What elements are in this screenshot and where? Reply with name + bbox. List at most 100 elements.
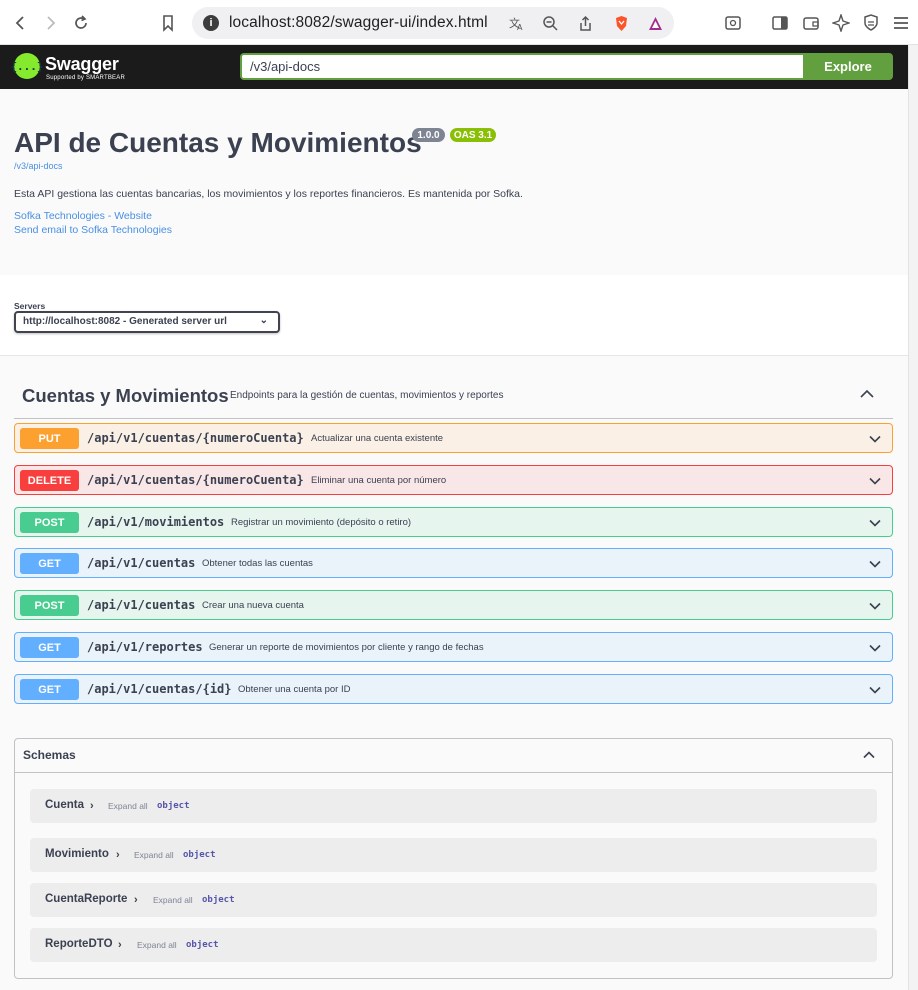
chevron-down-icon[interactable] <box>868 641 882 655</box>
expand-all-link[interactable]: Expand all <box>153 895 193 905</box>
tag-name: Cuentas y Movimientos <box>22 385 229 406</box>
servers-section: Servers http://localhost:8082 - Generate… <box>0 275 908 356</box>
expand-all-link[interactable]: Expand all <box>134 850 174 860</box>
chevron-down-icon: ⌄ <box>259 315 268 326</box>
chevron-down-icon[interactable] <box>868 557 882 571</box>
operation-path: /api/v1/cuentas/{numeroCuenta} <box>87 473 304 487</box>
back-icon[interactable] <box>8 10 34 36</box>
logo-subtitle: Supported by SMARTBEAR <box>46 75 125 81</box>
sidebar-toggle-icon[interactable] <box>767 10 793 36</box>
tag-header[interactable]: Cuentas y Movimientos Endpoints para la … <box>14 374 893 419</box>
share-icon[interactable] <box>575 13 595 33</box>
chevron-down-icon[interactable] <box>868 683 882 697</box>
operation-summary: Crear una nueva cuenta <box>202 600 304 611</box>
api-description: Esta API gestiona las cuentas bancarias,… <box>14 188 523 200</box>
chevron-up-icon[interactable] <box>859 386 875 402</box>
schema-model[interactable]: ReporteDTO › Expand all object <box>30 928 877 962</box>
reload-icon[interactable] <box>68 10 94 36</box>
swagger-logo-icon: {...} <box>10 53 44 79</box>
operation-put-cuentas-numero[interactable]: PUT /api/v1/cuentas/{numeroCuenta} Actua… <box>14 423 893 453</box>
operation-get-cuentas[interactable]: GET /api/v1/cuentas Obtener todas las cu… <box>14 548 893 578</box>
operation-summary: Eliminar una cuenta por número <box>311 475 447 486</box>
menu-icon[interactable] <box>888 10 914 36</box>
chevron-right-icon[interactable]: › <box>116 849 120 861</box>
explore-button[interactable]: Explore <box>803 53 893 80</box>
chevron-down-icon[interactable] <box>868 599 882 613</box>
operation-summary: Registrar un movimiento (depósito o reti… <box>231 517 412 528</box>
method-badge: GET <box>20 679 79 700</box>
site-info-icon[interactable]: i <box>203 15 219 31</box>
chevron-down-icon[interactable] <box>868 474 882 488</box>
chevron-up-icon[interactable] <box>862 748 876 762</box>
chevron-right-icon[interactable]: › <box>118 939 122 951</box>
bookmark-icon[interactable] <box>155 10 181 36</box>
svg-text:A: A <box>517 23 523 32</box>
operation-summary: Obtener una cuenta por ID <box>238 684 351 695</box>
operation-summary: Obtener todas las cuentas <box>202 558 313 569</box>
operation-path: /api/v1/cuentas/{numeroCuenta} <box>87 431 304 445</box>
chevron-down-icon[interactable] <box>868 516 882 530</box>
operation-summary: Actualizar una cuenta existente <box>311 433 444 444</box>
expand-all-link[interactable]: Expand all <box>137 940 177 950</box>
email-link[interactable]: Send email to Sofka Technologies <box>14 224 172 236</box>
schemas-title: Schemas <box>23 748 76 762</box>
address-bar-url: localhost:8082/swagger-ui/index.html <box>229 14 488 31</box>
reader-mode-icon[interactable] <box>720 10 746 36</box>
schema-type: object <box>183 850 216 860</box>
spec-url-link[interactable]: /v3/api-docs <box>14 161 63 171</box>
zoom-out-icon[interactable] <box>540 13 560 33</box>
method-badge: POST <box>20 512 79 533</box>
schema-name: Movimiento <box>45 848 109 860</box>
swagger-topbar: {...} Swagger Supported by SMARTBEAR /v3… <box>0 45 908 89</box>
address-bar[interactable]: i localhost:8082/swagger-ui/index.html 文… <box>192 7 674 39</box>
scrollbar[interactable] <box>908 45 918 990</box>
operation-post-cuentas[interactable]: POST /api/v1/cuentas Crear una nueva cue… <box>14 590 893 620</box>
operation-post-movimientos[interactable]: POST /api/v1/movimientos Registrar un mo… <box>14 507 893 537</box>
brave-shields-icon[interactable] <box>611 13 631 33</box>
method-badge: DELETE <box>20 470 79 491</box>
website-link[interactable]: Sofka Technologies - Website <box>14 210 152 222</box>
translate-icon[interactable]: 文A <box>506 13 526 33</box>
logo-title: Swagger <box>45 54 119 74</box>
method-badge: POST <box>20 595 79 616</box>
operations-area: Cuentas y Movimientos Endpoints para la … <box>0 356 908 990</box>
method-badge: GET <box>20 553 79 574</box>
chevron-right-icon[interactable]: › <box>134 894 138 906</box>
operation-path: /api/v1/cuentas <box>87 556 196 570</box>
version-badge: 1.0.0 <box>412 128 445 142</box>
servers-label: Servers <box>14 301 46 311</box>
vpn-shield-icon[interactable] <box>858 10 884 36</box>
oas-badge: OAS 3.1 <box>450 128 496 142</box>
api-url-input[interactable]: /v3/api-docs <box>240 53 803 80</box>
schemas-section: Schemas Cuenta › Expand all object Movim… <box>14 738 893 979</box>
schema-name: ReporteDTO <box>45 938 113 950</box>
wallet-icon[interactable] <box>798 10 824 36</box>
forward-icon[interactable] <box>37 10 63 36</box>
schema-type: object <box>202 895 235 905</box>
operation-path: /api/v1/reportes <box>87 640 203 654</box>
servers-selected-value: http://localhost:8082 - Generated server… <box>23 316 227 327</box>
leo-ai-icon[interactable] <box>828 10 854 36</box>
operation-get-cuentas-id[interactable]: GET /api/v1/cuentas/{id} Obtener una cue… <box>14 674 893 704</box>
schema-model[interactable]: CuentaReporte › Expand all object <box>30 883 877 917</box>
schema-type: object <box>157 801 190 811</box>
method-badge: GET <box>20 637 79 658</box>
chevron-right-icon[interactable]: › <box>90 800 94 812</box>
schema-model[interactable]: Movimiento › Expand all object <box>30 838 877 872</box>
schema-name: Cuenta <box>45 799 84 811</box>
operation-path: /api/v1/cuentas/{id} <box>87 682 232 696</box>
chevron-down-icon[interactable] <box>868 432 882 446</box>
schema-model[interactable]: Cuenta › Expand all object <box>30 789 877 823</box>
browser-toolbar: i localhost:8082/swagger-ui/index.html 文… <box>0 0 918 45</box>
expand-all-link[interactable]: Expand all <box>108 801 148 811</box>
schemas-header[interactable]: Schemas <box>15 739 892 773</box>
method-badge: PUT <box>20 428 79 449</box>
api-title: API de Cuentas y Movimientos <box>14 127 422 158</box>
operation-delete-cuentas-numero[interactable]: DELETE /api/v1/cuentas/{numeroCuenta} El… <box>14 465 893 495</box>
operation-path: /api/v1/movimientos <box>87 515 225 529</box>
brave-rewards-icon[interactable] <box>645 13 665 33</box>
operation-get-reportes[interactable]: GET /api/v1/reportes Generar un reporte … <box>14 632 893 662</box>
servers-select[interactable]: http://localhost:8082 - Generated server… <box>14 311 280 333</box>
schema-name: CuentaReporte <box>45 893 128 905</box>
operation-path: /api/v1/cuentas <box>87 598 196 612</box>
